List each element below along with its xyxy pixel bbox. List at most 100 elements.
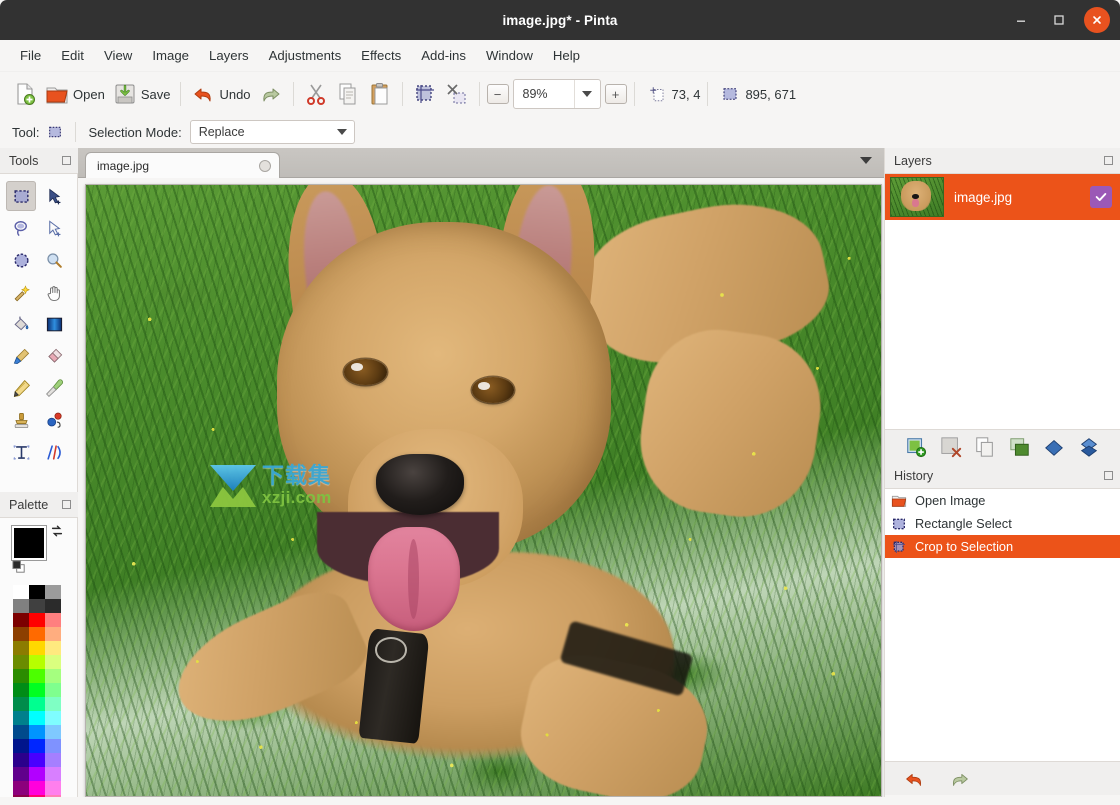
palette-swatch-13[interactable] (29, 641, 45, 655)
tool-text[interactable] (6, 437, 36, 467)
zoom-level-combo[interactable]: 89% (512, 79, 601, 109)
tool-gradient[interactable] (39, 309, 69, 339)
deselect-all-button[interactable] (442, 76, 472, 112)
move-layer-down-icon[interactable] (1078, 436, 1100, 458)
tab-image-jpg[interactable]: image.jpg (85, 152, 280, 178)
tool-rectangle-select[interactable] (6, 181, 36, 211)
layer-row[interactable]: image.jpg (885, 174, 1120, 220)
copy-button[interactable] (333, 76, 363, 112)
selection-mode-combo[interactable]: Replace (189, 120, 355, 144)
close-tab-icon[interactable] (259, 159, 271, 172)
palette-swatch-0[interactable] (13, 585, 29, 599)
palette-swatch-3[interactable] (13, 599, 29, 613)
tool-color-picker[interactable] (39, 373, 69, 403)
palette-swatch-18[interactable] (13, 669, 29, 683)
palette-swatch-44[interactable] (45, 781, 61, 795)
tool-move-selection[interactable] (39, 213, 69, 243)
menu-layers[interactable]: Layers (199, 44, 259, 67)
menu-image[interactable]: Image (142, 44, 199, 67)
palette-swatch-1[interactable] (29, 585, 45, 599)
tool-magic-wand[interactable] (6, 277, 36, 307)
close-button[interactable] (1084, 7, 1110, 33)
tool-zoom[interactable] (39, 245, 69, 275)
palette-swatch-11[interactable] (45, 627, 61, 641)
panel-minimize-icon[interactable] (62, 156, 71, 165)
menu-help[interactable]: Help (543, 44, 590, 67)
palette-swatch-37[interactable] (29, 753, 45, 767)
maximize-button[interactable] (1046, 7, 1072, 33)
palette-swatch-7[interactable] (29, 613, 45, 627)
menu-edit[interactable]: Edit (51, 44, 94, 67)
zoom-dropdown-arrow[interactable] (573, 80, 600, 108)
palette-swatch-43[interactable] (29, 781, 45, 795)
palette-swatch-8[interactable] (45, 613, 61, 627)
paste-button[interactable] (365, 76, 395, 112)
redo-icon[interactable] (949, 768, 971, 790)
delete-layer-icon[interactable] (940, 436, 962, 458)
zoom-in-button[interactable]: + (604, 84, 627, 104)
zoom-out-button[interactable]: − (486, 84, 509, 104)
image-canvas[interactable]: 下载集 xzji.com (85, 184, 882, 797)
palette-swatch-4[interactable] (29, 599, 45, 613)
palette-swatch-40[interactable] (29, 767, 45, 781)
palette-swatch-15[interactable] (13, 655, 29, 669)
palette-swatch-39[interactable] (13, 767, 29, 781)
palette-swatch-9[interactable] (13, 627, 29, 641)
palette-swatch-16[interactable] (29, 655, 45, 669)
palette-swatch-34[interactable] (29, 739, 45, 753)
menu-add-ins[interactable]: Add-ins (411, 44, 476, 67)
color-palette-grid[interactable] (13, 585, 77, 805)
menu-view[interactable]: View (94, 44, 142, 67)
palette-swatch-22[interactable] (29, 683, 45, 697)
history-item-open-image[interactable]: Open Image (885, 489, 1120, 512)
reset-colors-icon[interactable] (12, 560, 27, 575)
palette-swatch-19[interactable] (29, 669, 45, 683)
tool-paintbrush[interactable] (6, 341, 36, 371)
merge-layer-down-icon[interactable] (1009, 436, 1031, 458)
tool-clone-stamp[interactable] (6, 405, 36, 435)
palette-swatch-28[interactable] (29, 711, 45, 725)
palette-swatch-17[interactable] (45, 655, 61, 669)
palette-swatch-31[interactable] (29, 725, 45, 739)
palette-swatch-14[interactable] (45, 641, 61, 655)
palette-swatch-36[interactable] (13, 753, 29, 767)
redo-button[interactable] (256, 76, 286, 112)
palette-swatch-5[interactable] (45, 599, 61, 613)
palette-swatch-10[interactable] (29, 627, 45, 641)
palette-swatch-2[interactable] (45, 585, 61, 599)
tool-move-selected[interactable] (39, 181, 69, 211)
crop-to-selection-button[interactable] (410, 76, 440, 112)
undo-button[interactable]: Undo (188, 76, 253, 112)
menu-window[interactable]: Window (476, 44, 543, 67)
palette-swatch-20[interactable] (45, 669, 61, 683)
move-layer-up-icon[interactable] (1043, 436, 1065, 458)
palette-swatch-29[interactable] (45, 711, 61, 725)
palette-swatch-23[interactable] (45, 683, 61, 697)
palette-swatch-26[interactable] (45, 697, 61, 711)
palette-swatch-12[interactable] (13, 641, 29, 655)
palette-swatch-38[interactable] (45, 753, 61, 767)
menu-file[interactable]: File (10, 44, 51, 67)
palette-swatch-21[interactable] (13, 683, 29, 697)
palette-swatch-27[interactable] (13, 711, 29, 725)
tool-ellipse-select[interactable] (6, 245, 36, 275)
panel-minimize-icon[interactable] (62, 500, 71, 509)
open-image-button[interactable]: Open (42, 76, 108, 112)
swap-colors-icon[interactable] (50, 524, 64, 538)
tool-lasso-select[interactable] (6, 213, 36, 243)
save-button[interactable]: Save (110, 76, 174, 112)
palette-swatch-30[interactable] (13, 725, 29, 739)
menu-adjustments[interactable]: Adjustments (259, 44, 352, 67)
history-item-rectangle-select[interactable]: Rectangle Select (885, 512, 1120, 535)
palette-swatch-6[interactable] (13, 613, 29, 627)
tool-eraser[interactable] (39, 341, 69, 371)
layer-visibility-checkbox[interactable] (1090, 186, 1112, 208)
undo-icon[interactable] (903, 768, 925, 790)
tool-line-curve[interactable] (39, 437, 69, 467)
cut-button[interactable] (301, 76, 331, 112)
panel-minimize-icon[interactable] (1104, 156, 1113, 165)
palette-swatch-24[interactable] (13, 697, 29, 711)
palette-swatch-42[interactable] (13, 781, 29, 795)
panel-minimize-icon[interactable] (1104, 471, 1113, 480)
palette-swatch-41[interactable] (45, 767, 61, 781)
